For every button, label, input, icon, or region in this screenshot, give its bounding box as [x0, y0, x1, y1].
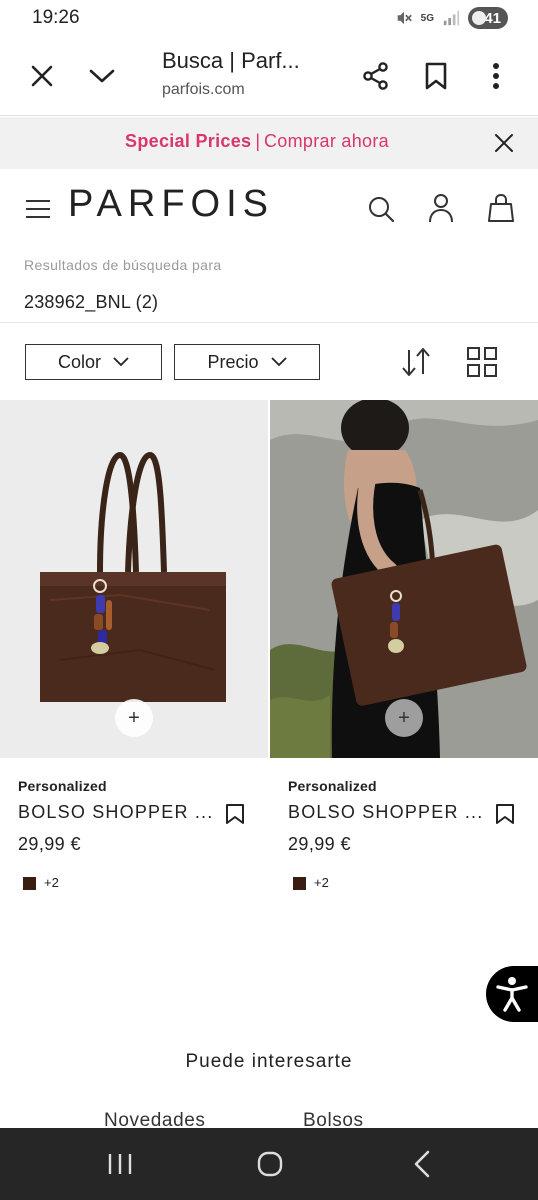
promo-cta-link[interactable]: Comprar ahora — [264, 131, 389, 151]
search-icon — [369, 197, 395, 223]
signal-icon — [443, 10, 460, 26]
accessibility-button[interactable] — [486, 966, 538, 1022]
bookmark-icon — [226, 804, 244, 824]
recent-apps-icon — [108, 1154, 132, 1174]
shopping-bag-button[interactable] — [482, 187, 520, 229]
color-filter-label: Color — [57, 351, 101, 372]
network-label: 5G — [420, 12, 434, 24]
page-title: Busca | Parf... — [162, 48, 300, 73]
more-options-button[interactable] — [476, 54, 516, 98]
account-icon — [429, 194, 453, 223]
product-name[interactable]: BOLSO SHOPPER ... — [18, 802, 213, 823]
product-price: 29,99 € — [288, 834, 351, 854]
product-name[interactable]: BOLSO SHOPPER ... — [288, 802, 483, 823]
chevron-down-icon — [270, 357, 287, 367]
accessibility-icon — [496, 977, 528, 1012]
back-icon — [414, 1150, 430, 1178]
home-button[interactable] — [250, 1144, 290, 1184]
product-image[interactable]: + — [270, 400, 538, 758]
price-filter-dropdown[interactable]: Precio — [174, 344, 320, 380]
bookmark-button[interactable] — [416, 54, 456, 98]
more-vert-icon — [493, 63, 499, 89]
bookmark-icon — [425, 62, 447, 90]
grid-view-button[interactable] — [460, 342, 504, 382]
price-filter-label: Precio — [207, 351, 259, 372]
mute-icon — [397, 11, 412, 25]
product-price: 29,99 € — [18, 834, 81, 854]
close-tab-button[interactable] — [22, 56, 62, 96]
back-button[interactable] — [402, 1144, 442, 1184]
promo-close-button[interactable] — [486, 125, 522, 161]
more-colors-count[interactable]: +2 — [44, 875, 59, 890]
battery-level: 41 — [484, 9, 501, 27]
menu-button[interactable] — [20, 189, 56, 229]
site-header: PARFOIS — [0, 169, 538, 249]
divider — [0, 322, 538, 323]
browser-toolbar: Busca | Parf... parfois.com — [0, 36, 538, 116]
system-navigation-bar — [0, 1128, 538, 1200]
page-domain: parfois.com — [162, 81, 245, 98]
status-bar: 19:26 5G 41 — [0, 0, 538, 36]
menu-icon — [26, 200, 50, 218]
status-icons: 5G 41 — [395, 7, 508, 29]
collapse-button[interactable] — [82, 56, 122, 96]
color-filter-dropdown[interactable]: Color — [25, 344, 162, 380]
bookmark-icon — [496, 804, 514, 824]
shopping-bag-icon — [488, 193, 514, 222]
home-icon — [257, 1151, 283, 1177]
product-card[interactable]: + Personalized BOLSO SHOPPER ... 29,99 €… — [0, 400, 268, 890]
promo-text: Special Prices | Comprar ahora — [0, 131, 514, 152]
recommendations-title: Puede interesarte — [185, 1051, 353, 1072]
product-card[interactable]: + Personalized BOLSO SHOPPER ... 29,99 €… — [270, 400, 538, 890]
sort-icon — [402, 348, 430, 376]
promo-banner: Special Prices | Comprar ahora — [0, 117, 538, 169]
share-icon — [363, 62, 388, 90]
close-icon — [495, 134, 513, 152]
close-icon — [31, 65, 53, 87]
product-brand: Personalized — [288, 778, 377, 794]
grid-view-icon — [467, 347, 497, 377]
search-button[interactable] — [362, 189, 400, 229]
chevron-down-icon — [113, 357, 129, 367]
promo-highlight: Special Prices — [125, 131, 252, 151]
share-button[interactable] — [356, 54, 396, 98]
quick-add-button[interactable]: + — [385, 699, 423, 737]
product-image[interactable]: + — [0, 400, 268, 758]
sort-button[interactable] — [394, 342, 438, 382]
color-swatch[interactable] — [23, 877, 36, 890]
wishlist-button[interactable] — [490, 800, 520, 828]
chevron-down-icon — [89, 69, 115, 83]
site-logo[interactable]: PARFOIS — [68, 183, 274, 226]
color-swatch[interactable] — [293, 877, 306, 890]
status-time: 19:26 — [32, 7, 80, 28]
promo-separator: | — [255, 131, 260, 151]
account-button[interactable] — [422, 187, 460, 229]
battery-icon: 41 — [468, 7, 508, 29]
quick-add-button[interactable]: + — [115, 699, 153, 737]
search-query: 238962_BNL (2) — [24, 292, 159, 312]
more-colors-count[interactable]: +2 — [314, 875, 329, 890]
wishlist-button[interactable] — [220, 800, 250, 828]
product-brand: Personalized — [18, 778, 107, 794]
search-results-label: Resultados de búsqueda para — [24, 257, 222, 273]
recent-apps-button[interactable] — [100, 1144, 140, 1184]
